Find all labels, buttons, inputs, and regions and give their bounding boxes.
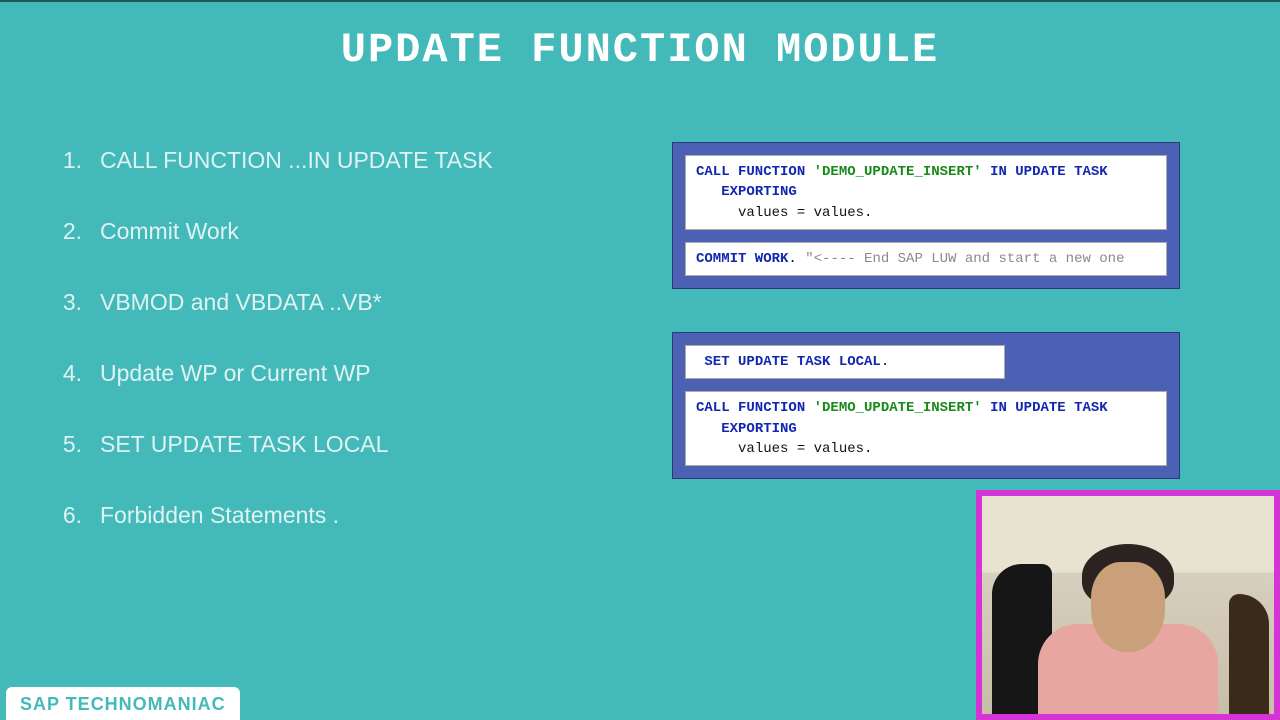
list-num: 5. (56, 431, 100, 458)
list-num: 2. (56, 218, 100, 245)
list-text: Update WP or Current WP (100, 360, 371, 387)
list-text: Forbidden Statements . (100, 502, 339, 529)
code-kw: EXPORTING (721, 184, 797, 200)
code-text: values = values (738, 205, 864, 221)
slide-title: UPDATE FUNCTION MODULE (0, 2, 1280, 74)
code-str: 'DEMO_UPDATE_INSERT' (814, 400, 982, 416)
code-str: 'DEMO_UPDATE_INSERT' (814, 164, 982, 180)
code-box-set-update: SET UPDATE TASK LOCAL. (685, 345, 1005, 379)
code-kw: IN UPDATE TASK (990, 400, 1108, 416)
list-num: 1. (56, 147, 100, 174)
list-text: SET UPDATE TASK LOCAL (100, 431, 388, 458)
code-kw: SET UPDATE TASK LOCAL (704, 354, 880, 370)
furniture-shape (1229, 594, 1269, 714)
list-item: 3. VBMOD and VBDATA ..VB* (56, 289, 493, 316)
bullet-list: 1. CALL FUNCTION ...IN UPDATE TASK 2. Co… (56, 147, 493, 573)
head-shape (1091, 562, 1165, 652)
list-text: VBMOD and VBDATA ..VB* (100, 289, 382, 316)
code-comment: "<---- End SAP LUW and start a new one (805, 251, 1124, 267)
list-num: 4. (56, 360, 100, 387)
code-kw: EXPORTING (721, 421, 797, 437)
list-item: 2. Commit Work (56, 218, 493, 245)
webcam-overlay (976, 490, 1280, 720)
code-panel-bottom: SET UPDATE TASK LOCAL. CALL FUNCTION 'DE… (672, 332, 1180, 479)
code-kw: CALL FUNCTION (696, 400, 805, 416)
list-item: 6. Forbidden Statements . (56, 502, 493, 529)
list-text: CALL FUNCTION ...IN UPDATE TASK (100, 147, 493, 174)
list-item: 4. Update WP or Current WP (56, 360, 493, 387)
code-kw: COMMIT WORK (696, 251, 788, 267)
list-num: 6. (56, 502, 100, 529)
code-box-call-fn-2: CALL FUNCTION 'DEMO_UPDATE_INSERT' IN UP… (685, 391, 1167, 466)
list-num: 3. (56, 289, 100, 316)
code-kw: CALL FUNCTION (696, 164, 805, 180)
list-item: 5. SET UPDATE TASK LOCAL (56, 431, 493, 458)
code-text: values = values (738, 441, 864, 457)
code-kw: IN UPDATE TASK (990, 164, 1108, 180)
code-box-commit: COMMIT WORK. "<---- End SAP LUW and star… (685, 242, 1167, 276)
code-box-call-fn: CALL FUNCTION 'DEMO_UPDATE_INSERT' IN UP… (685, 155, 1167, 230)
list-item: 1. CALL FUNCTION ...IN UPDATE TASK (56, 147, 493, 174)
presenter-figure (1038, 534, 1218, 714)
list-text: Commit Work (100, 218, 239, 245)
channel-badge: SAP TECHNOMANIAC (6, 687, 240, 720)
code-panel-top: CALL FUNCTION 'DEMO_UPDATE_INSERT' IN UP… (672, 142, 1180, 289)
